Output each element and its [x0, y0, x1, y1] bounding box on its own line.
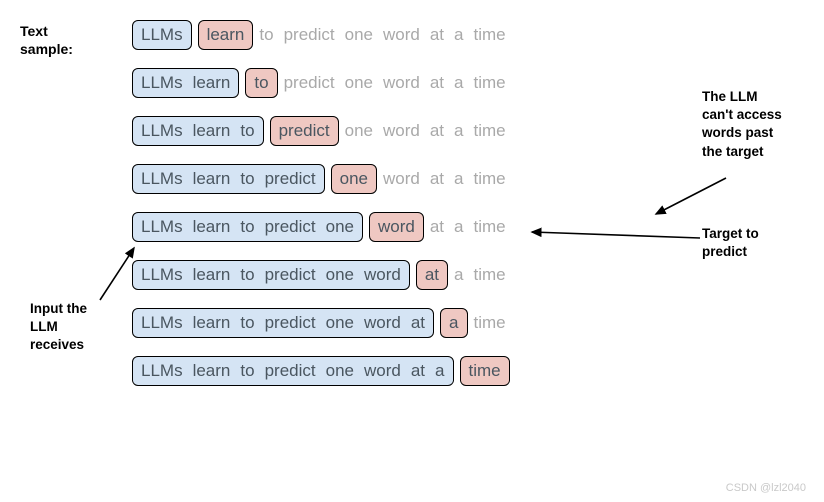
watermark: CSDN @lzl2040 [726, 482, 806, 494]
target-word-box: learn [198, 20, 254, 50]
hidden-word: time [474, 313, 506, 333]
hidden-word: one [345, 25, 373, 45]
input-word: predict [265, 169, 316, 189]
training-example-row: LLMs learnto predict onewordatatime [132, 306, 516, 340]
hidden-word: one [345, 121, 373, 141]
training-example-row: LLMs learnto predict onewordatatime [132, 18, 516, 52]
text-sample-label: Textsample: [20, 22, 73, 58]
hidden-word: a [454, 265, 463, 285]
hidden-word: to [259, 25, 273, 45]
input-word: learn [193, 73, 231, 93]
input-word: LLMs [141, 217, 183, 237]
input-word: word [364, 313, 401, 333]
input-word: one [326, 313, 354, 333]
input-word: LLMs [141, 73, 183, 93]
input-word: LLMs [141, 265, 183, 285]
input-word: word [364, 361, 401, 381]
target-word-box: time [460, 356, 510, 386]
target-word-box: to [245, 68, 277, 98]
hidden-word: a [454, 169, 463, 189]
input-word: to [240, 361, 254, 381]
input-context-box: LLMs learnto predict onewordata [132, 356, 454, 386]
hidden-word: predict [284, 25, 335, 45]
input-word: LLMs [141, 313, 183, 333]
training-example-row: LLMs learnto predict onewordatatime [132, 66, 516, 100]
hidden-word: word [383, 25, 420, 45]
hidden-word: time [474, 265, 506, 285]
hidden-word: at [430, 169, 444, 189]
input-word: one [326, 361, 354, 381]
input-word: predict [265, 265, 316, 285]
hidden-word: time [474, 169, 506, 189]
annotation-cant-access: The LLMcan't accesswords pastthe target [702, 88, 782, 161]
input-word: LLMs [141, 25, 183, 45]
hidden-word: at [430, 121, 444, 141]
input-word: at [411, 361, 425, 381]
hidden-word: a [454, 217, 463, 237]
input-context-box: LLMs learnto predict onewordat [132, 308, 434, 338]
hidden-word: at [430, 73, 444, 93]
training-example-row: LLMs learnto predict onewordatatime [132, 114, 516, 148]
annotation-input: Input theLLMreceives [30, 300, 87, 355]
hidden-word: time [474, 73, 506, 93]
input-word: LLMs [141, 169, 183, 189]
hidden-word: word [383, 121, 420, 141]
input-context-box: LLMs learnto predict [132, 164, 325, 194]
input-context-box: LLMs learnto predict oneword [132, 260, 410, 290]
input-word: LLMs [141, 121, 183, 141]
input-word: learn [193, 313, 231, 333]
target-word-box: predict [270, 116, 339, 146]
hidden-word: predict [284, 73, 335, 93]
input-word: one [326, 217, 354, 237]
hidden-word: at [430, 217, 444, 237]
input-context-box: LLMs [132, 20, 192, 50]
training-example-row: LLMs learnto predict onewordatatime [132, 210, 516, 244]
input-word: LLMs [141, 361, 183, 381]
hidden-word: word [383, 73, 420, 93]
rows-container: LLMslearntopredictonewordatatimeLLMslear… [132, 18, 516, 402]
input-context-box: LLMs learn [132, 68, 239, 98]
input-word: to [240, 121, 254, 141]
input-word: one [326, 265, 354, 285]
hidden-word: a [454, 121, 463, 141]
target-word-box: word [369, 212, 424, 242]
training-example-row: LLMs learnto predict onewordatatime [132, 162, 516, 196]
input-context-box: LLMs learnto [132, 116, 264, 146]
input-word: a [435, 361, 444, 381]
training-example-row: LLMs learnto predict onewordatatime [132, 258, 516, 292]
hidden-word: one [345, 73, 373, 93]
input-context-box: LLMs learnto predict one [132, 212, 363, 242]
annotation-target: Target topredict [702, 225, 759, 261]
input-word: to [240, 217, 254, 237]
hidden-word: at [430, 25, 444, 45]
input-word: learn [193, 361, 231, 381]
hidden-word: time [474, 25, 506, 45]
input-word: word [364, 265, 401, 285]
hidden-word: time [474, 121, 506, 141]
hidden-word: time [474, 217, 506, 237]
input-word: learn [193, 121, 231, 141]
input-word: predict [265, 217, 316, 237]
input-word: learn [193, 265, 231, 285]
target-word-box: one [331, 164, 377, 194]
input-word: to [240, 313, 254, 333]
hidden-word: word [383, 169, 420, 189]
input-word: at [411, 313, 425, 333]
input-word: predict [265, 313, 316, 333]
hidden-word: a [454, 25, 463, 45]
target-word-box: at [416, 260, 448, 290]
input-word: learn [193, 217, 231, 237]
input-word: learn [193, 169, 231, 189]
target-word-box: a [440, 308, 467, 338]
input-word: predict [265, 361, 316, 381]
hidden-word: a [454, 73, 463, 93]
training-example-row: LLMs learnto predict onewordatatime [132, 354, 516, 388]
input-word: to [240, 265, 254, 285]
input-word: to [240, 169, 254, 189]
